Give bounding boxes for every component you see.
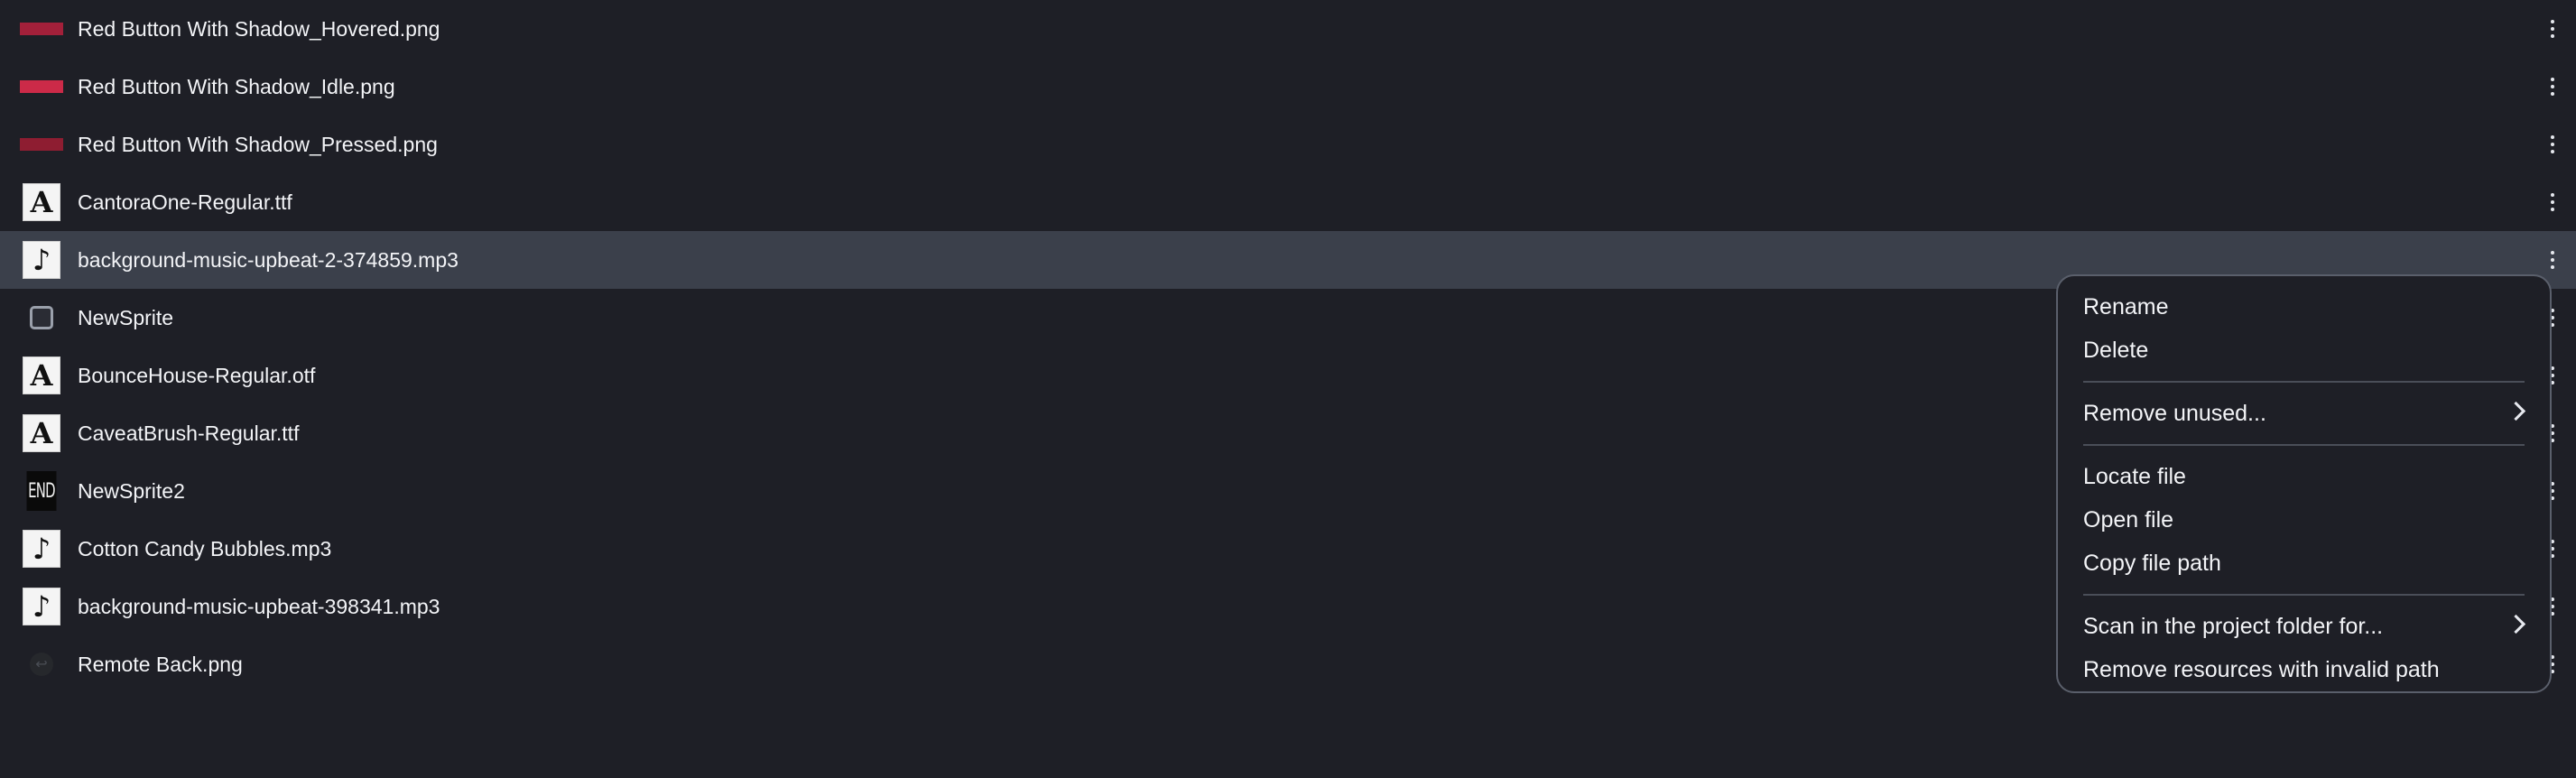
menu-item-rename[interactable]: Rename (2058, 285, 2550, 329)
back-arrow-icon: ↩ (20, 647, 63, 681)
resource-name: Red Button With Shadow_Idle.png (78, 74, 395, 98)
font-icon: A (20, 357, 63, 394)
dot (2551, 34, 2554, 38)
more-options-icon[interactable] (2542, 132, 2563, 157)
red-button-preview (20, 23, 63, 35)
resource-row[interactable]: Red Button With Shadow_Idle.png (0, 58, 2576, 116)
dot (2551, 78, 2554, 81)
back-glyph: ↩ (30, 653, 53, 676)
more-options-icon[interactable] (2542, 74, 2563, 99)
more-options-icon[interactable] (2542, 16, 2563, 42)
dot (2551, 200, 2554, 204)
dot (2551, 208, 2554, 211)
menu-item-copy-file-path[interactable]: Copy file path (2058, 542, 2550, 585)
menu-separator (2083, 444, 2525, 446)
dot (2551, 143, 2554, 146)
image-thumbnail (20, 12, 63, 46)
menu-item-label: Copy file path (2083, 550, 2221, 576)
more-options-icon[interactable] (2542, 247, 2563, 273)
chevron-right-icon (2506, 614, 2526, 634)
music-note-icon: ♪ (20, 530, 63, 568)
music-glyph: ♪ (23, 241, 60, 279)
font-icon: A (20, 183, 63, 221)
resource-name: CaveatBrush-Regular.ttf (78, 421, 300, 445)
resource-name: Red Button With Shadow_Hovered.png (78, 16, 440, 41)
image-thumbnail (20, 69, 63, 104)
sprite-outline (30, 306, 53, 329)
menu-item-scan-in-the-project-folder-for[interactable]: Scan in the project folder for... (2058, 605, 2550, 648)
dot (2551, 251, 2554, 255)
more-options-icon[interactable] (2542, 190, 2563, 215)
resource-name: NewSprite2 (78, 478, 185, 503)
dot (2551, 20, 2554, 23)
dot (2551, 135, 2554, 139)
menu-item-delete[interactable]: Delete (2058, 329, 2550, 372)
menu-item-open-file[interactable]: Open file (2058, 498, 2550, 542)
image-thumbnail (20, 127, 63, 162)
music-note-icon: ♪ (20, 241, 63, 279)
resource-name: CantoraOne-Regular.ttf (78, 190, 292, 214)
resource-name: background-music-upbeat-2-374859.mp3 (78, 247, 459, 272)
resource-name: background-music-upbeat-398341.mp3 (78, 594, 440, 618)
font-icon: A (20, 414, 63, 452)
menu-item-label: Scan in the project folder for... (2083, 613, 2384, 639)
music-glyph: ♪ (23, 588, 60, 625)
menu-item-label: Rename (2083, 293, 2169, 320)
music-note-icon: ♪ (20, 588, 63, 625)
dot (2551, 85, 2554, 88)
dot (2551, 27, 2554, 31)
font-glyph: A (23, 183, 60, 221)
font-glyph: A (23, 414, 60, 452)
menu-item-remove-resources-with-invalid-path[interactable]: Remove resources with invalid path (2058, 648, 2550, 691)
resource-name: Cotton Candy Bubbles.mp3 (78, 536, 332, 560)
end-sprite-preview: END (26, 471, 57, 511)
menu-item-label: Delete (2083, 337, 2149, 363)
resource-row[interactable]: Red Button With Shadow_Hovered.png (0, 0, 2576, 58)
menu-item-remove-unused[interactable]: Remove unused... (2058, 392, 2550, 435)
resource-row[interactable]: Red Button With Shadow_Pressed.png (0, 116, 2576, 173)
dot (2551, 193, 2554, 197)
red-button-preview (20, 138, 63, 151)
red-button-preview (20, 80, 63, 93)
resource-name: Red Button With Shadow_Pressed.png (78, 132, 438, 156)
sprite-icon (20, 301, 63, 335)
dot (2551, 92, 2554, 96)
image-thumbnail: END (20, 471, 63, 511)
menu-item-label: Open file (2083, 506, 2174, 533)
context-menu: Rename Delete Remove unused... Locate file O… (2056, 274, 2552, 693)
resource-row[interactable]: A CantoraOne-Regular.ttf (0, 173, 2576, 231)
resource-name: BounceHouse-Regular.otf (78, 363, 316, 387)
menu-item-locate-file[interactable]: Locate file (2058, 455, 2550, 498)
menu-item-label: Locate file (2083, 463, 2186, 489)
menu-separator (2083, 594, 2525, 596)
music-glyph: ♪ (23, 530, 60, 568)
menu-item-label: Remove unused... (2083, 400, 2266, 426)
menu-item-label: Remove resources with invalid path (2083, 656, 2440, 682)
chevron-right-icon (2506, 401, 2526, 421)
dot (2551, 265, 2554, 269)
resource-name: Remote Back.png (78, 652, 243, 676)
menu-separator (2083, 381, 2525, 383)
resource-name: NewSprite (78, 305, 174, 329)
dot (2551, 258, 2554, 262)
dot (2551, 150, 2554, 153)
font-glyph: A (23, 357, 60, 394)
